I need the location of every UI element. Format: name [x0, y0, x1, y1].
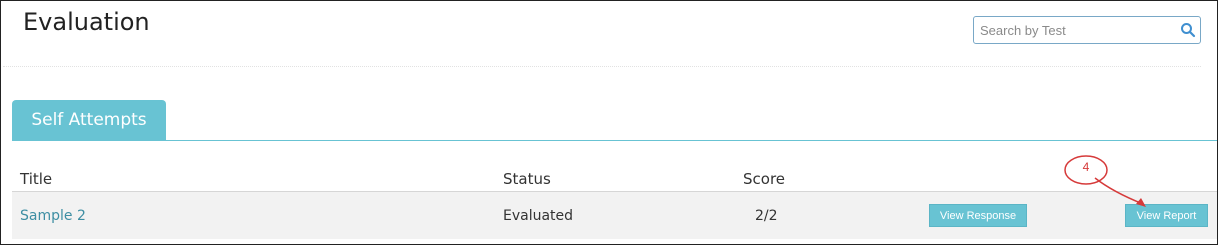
column-header-title: Title — [20, 170, 53, 188]
row-score: 2/2 — [755, 208, 778, 224]
row-status: Evaluated — [503, 208, 574, 224]
table-row — [12, 192, 1217, 239]
tab-underline — [12, 140, 1217, 141]
search-icon[interactable] — [1180, 22, 1196, 38]
column-header-status: Status — [503, 170, 551, 188]
page-title: Evaluation — [23, 8, 150, 36]
row-title-link[interactable]: Sample 2 — [20, 208, 86, 224]
search-box[interactable] — [973, 16, 1201, 44]
search-input[interactable] — [974, 17, 1186, 43]
callout-arrow — [1094, 177, 1146, 207]
view-response-button[interactable]: View Response — [929, 204, 1027, 227]
tab-self-attempts[interactable]: Self Attempts — [12, 100, 166, 140]
column-header-score: Score — [743, 170, 786, 188]
page-frame: Evaluation Self Attempts Title Status Sc… — [0, 0, 1218, 245]
header-divider — [3, 66, 1201, 67]
callout-number: 4 — [1082, 160, 1090, 174]
